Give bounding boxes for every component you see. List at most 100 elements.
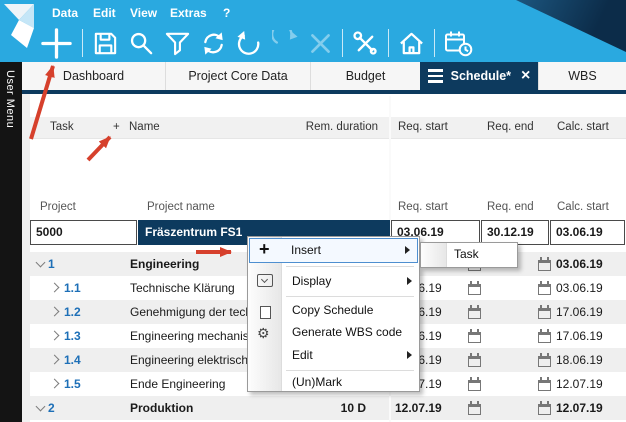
save-button[interactable]	[92, 30, 119, 57]
calendar-icon[interactable]	[468, 308, 481, 319]
calendar-icon[interactable]	[538, 380, 551, 391]
task-name: Engineering mechanisch	[130, 329, 261, 343]
chevron-down-icon[interactable]	[36, 258, 46, 268]
menu-item-label: Display	[292, 274, 331, 288]
refresh-icon	[200, 30, 227, 57]
rem-duration-value: 10 D	[280, 401, 366, 415]
hamburger-icon[interactable]	[428, 69, 443, 83]
refresh-button[interactable]	[200, 30, 227, 57]
chevron-down-icon[interactable]	[36, 402, 46, 412]
menu-item-copy-schedule[interactable]: Copy Schedule	[248, 299, 419, 321]
tab-close-icon[interactable]: ×	[521, 68, 530, 84]
add-column-icon[interactable]: +	[113, 121, 120, 133]
calendar-icon[interactable]	[538, 404, 551, 415]
col-task[interactable]: Task	[50, 121, 74, 133]
menu-view[interactable]: View	[130, 6, 157, 20]
menu-extras[interactable]: Extras	[170, 6, 207, 20]
calendar-icon[interactable]	[468, 356, 481, 367]
chevron-right-icon[interactable]	[50, 355, 60, 365]
schedule-button[interactable]	[444, 30, 473, 57]
submenu-item-task[interactable]: Task	[454, 247, 479, 261]
tab-schedule[interactable]: Schedule* ×	[420, 62, 538, 90]
task-name: Technische Klärung	[130, 281, 235, 295]
calendar-icon[interactable]	[468, 284, 481, 295]
calendar-icon[interactable]	[468, 404, 481, 415]
tab-wbs[interactable]: WBS	[538, 62, 626, 90]
filter-button[interactable]	[164, 30, 191, 57]
col-req-start[interactable]: Req. start	[398, 121, 448, 133]
col-calc-start[interactable]: Calc. start	[557, 121, 609, 133]
menu-item-generate-wbs-code[interactable]: ⚙ Generate WBS code	[248, 321, 419, 343]
display-icon	[257, 274, 273, 287]
tab-budget[interactable]: Budget	[310, 62, 420, 90]
col-name[interactable]: Name	[129, 121, 160, 133]
home-icon	[398, 30, 425, 57]
menu-help[interactable]: ?	[223, 6, 230, 20]
task-number: 1.3	[64, 329, 81, 343]
menu-item-insert[interactable]: + Insert	[249, 238, 418, 263]
menu-item-label: Generate WBS code	[292, 325, 402, 339]
col-req-end[interactable]: Req. end	[487, 121, 534, 133]
chevron-right-icon[interactable]	[50, 307, 60, 317]
home-button[interactable]	[398, 30, 425, 57]
toolbar-separator	[388, 29, 389, 57]
menu-item-display[interactable]: Display	[248, 269, 419, 293]
menu-edit[interactable]: Edit	[93, 6, 116, 20]
col-rem-duration[interactable]: Rem. duration	[278, 121, 378, 133]
task-number: 1.2	[64, 305, 81, 319]
tab-label: Dashboard	[63, 69, 124, 83]
copy-icon	[260, 306, 271, 319]
menu-separator	[286, 370, 414, 371]
gear-icon: ⚙	[257, 322, 270, 344]
calc-start-value: 18.06.19	[556, 353, 603, 367]
corner-decoration	[516, 0, 626, 52]
chevron-right-icon[interactable]	[50, 283, 60, 293]
undo-icon	[236, 30, 263, 57]
save-icon	[92, 30, 119, 57]
app-logo[interactable]	[3, 3, 45, 55]
toolbar	[40, 26, 473, 60]
calc-start-value: 12.07.19	[556, 377, 603, 391]
delete-button[interactable]	[308, 31, 333, 56]
calendar-icon[interactable]	[538, 308, 551, 319]
calc-start-value: 17.06.19	[556, 329, 603, 343]
tools-icon	[352, 30, 379, 57]
task-row[interactable]: 2 Produktion 10 D 12.07.19 12.07.19	[30, 396, 626, 420]
menu-item-edit[interactable]: Edit	[248, 343, 419, 367]
menu-separator	[286, 296, 414, 297]
calc-start-value: 12.07.19	[556, 401, 603, 415]
toolbar-separator	[82, 29, 83, 57]
user-menu-label: User Menu	[4, 70, 16, 128]
label-req-start: Req. start	[398, 201, 448, 213]
calc-start-value: 03.06.19	[556, 281, 603, 295]
task-number: 2	[48, 401, 55, 415]
task-number: 1	[48, 257, 55, 271]
menu-data[interactable]: Data	[52, 6, 78, 20]
table-header: Task + Name Rem. duration Req. start Req…	[30, 117, 626, 139]
project-id-field[interactable]: 5000	[30, 220, 137, 245]
task-name: Ende Engineering	[130, 377, 225, 391]
calendar-icon[interactable]	[538, 260, 551, 271]
calendar-icon[interactable]	[468, 380, 481, 391]
calendar-icon[interactable]	[538, 332, 551, 343]
chevron-right-icon[interactable]	[50, 379, 60, 389]
project-calc-start-field[interactable]: 03.06.19	[550, 220, 625, 245]
search-icon	[128, 30, 155, 57]
calendar-icon[interactable]	[468, 332, 481, 343]
menu-item-unmark[interactable]: (Un)Mark	[248, 372, 419, 392]
task-name: Genehmigung der techn	[130, 305, 259, 319]
chevron-right-icon[interactable]	[50, 331, 60, 341]
task-number: 1.5	[64, 377, 81, 391]
tab-project-core-data[interactable]: Project Core Data	[165, 62, 310, 90]
add-button[interactable]	[40, 27, 73, 60]
tools-button[interactable]	[352, 30, 379, 57]
user-menu-sidebar[interactable]: User Menu	[0, 62, 22, 422]
calendar-icon[interactable]	[538, 356, 551, 367]
tab-dashboard[interactable]: Dashboard	[22, 62, 165, 90]
undo-button[interactable]	[236, 30, 263, 57]
calendar-icon[interactable]	[538, 284, 551, 295]
search-button[interactable]	[128, 30, 155, 57]
redo-button[interactable]	[272, 30, 299, 57]
title-toolbar: Data Edit View Extras ?	[0, 0, 626, 62]
submenu-arrow-icon	[407, 351, 412, 359]
